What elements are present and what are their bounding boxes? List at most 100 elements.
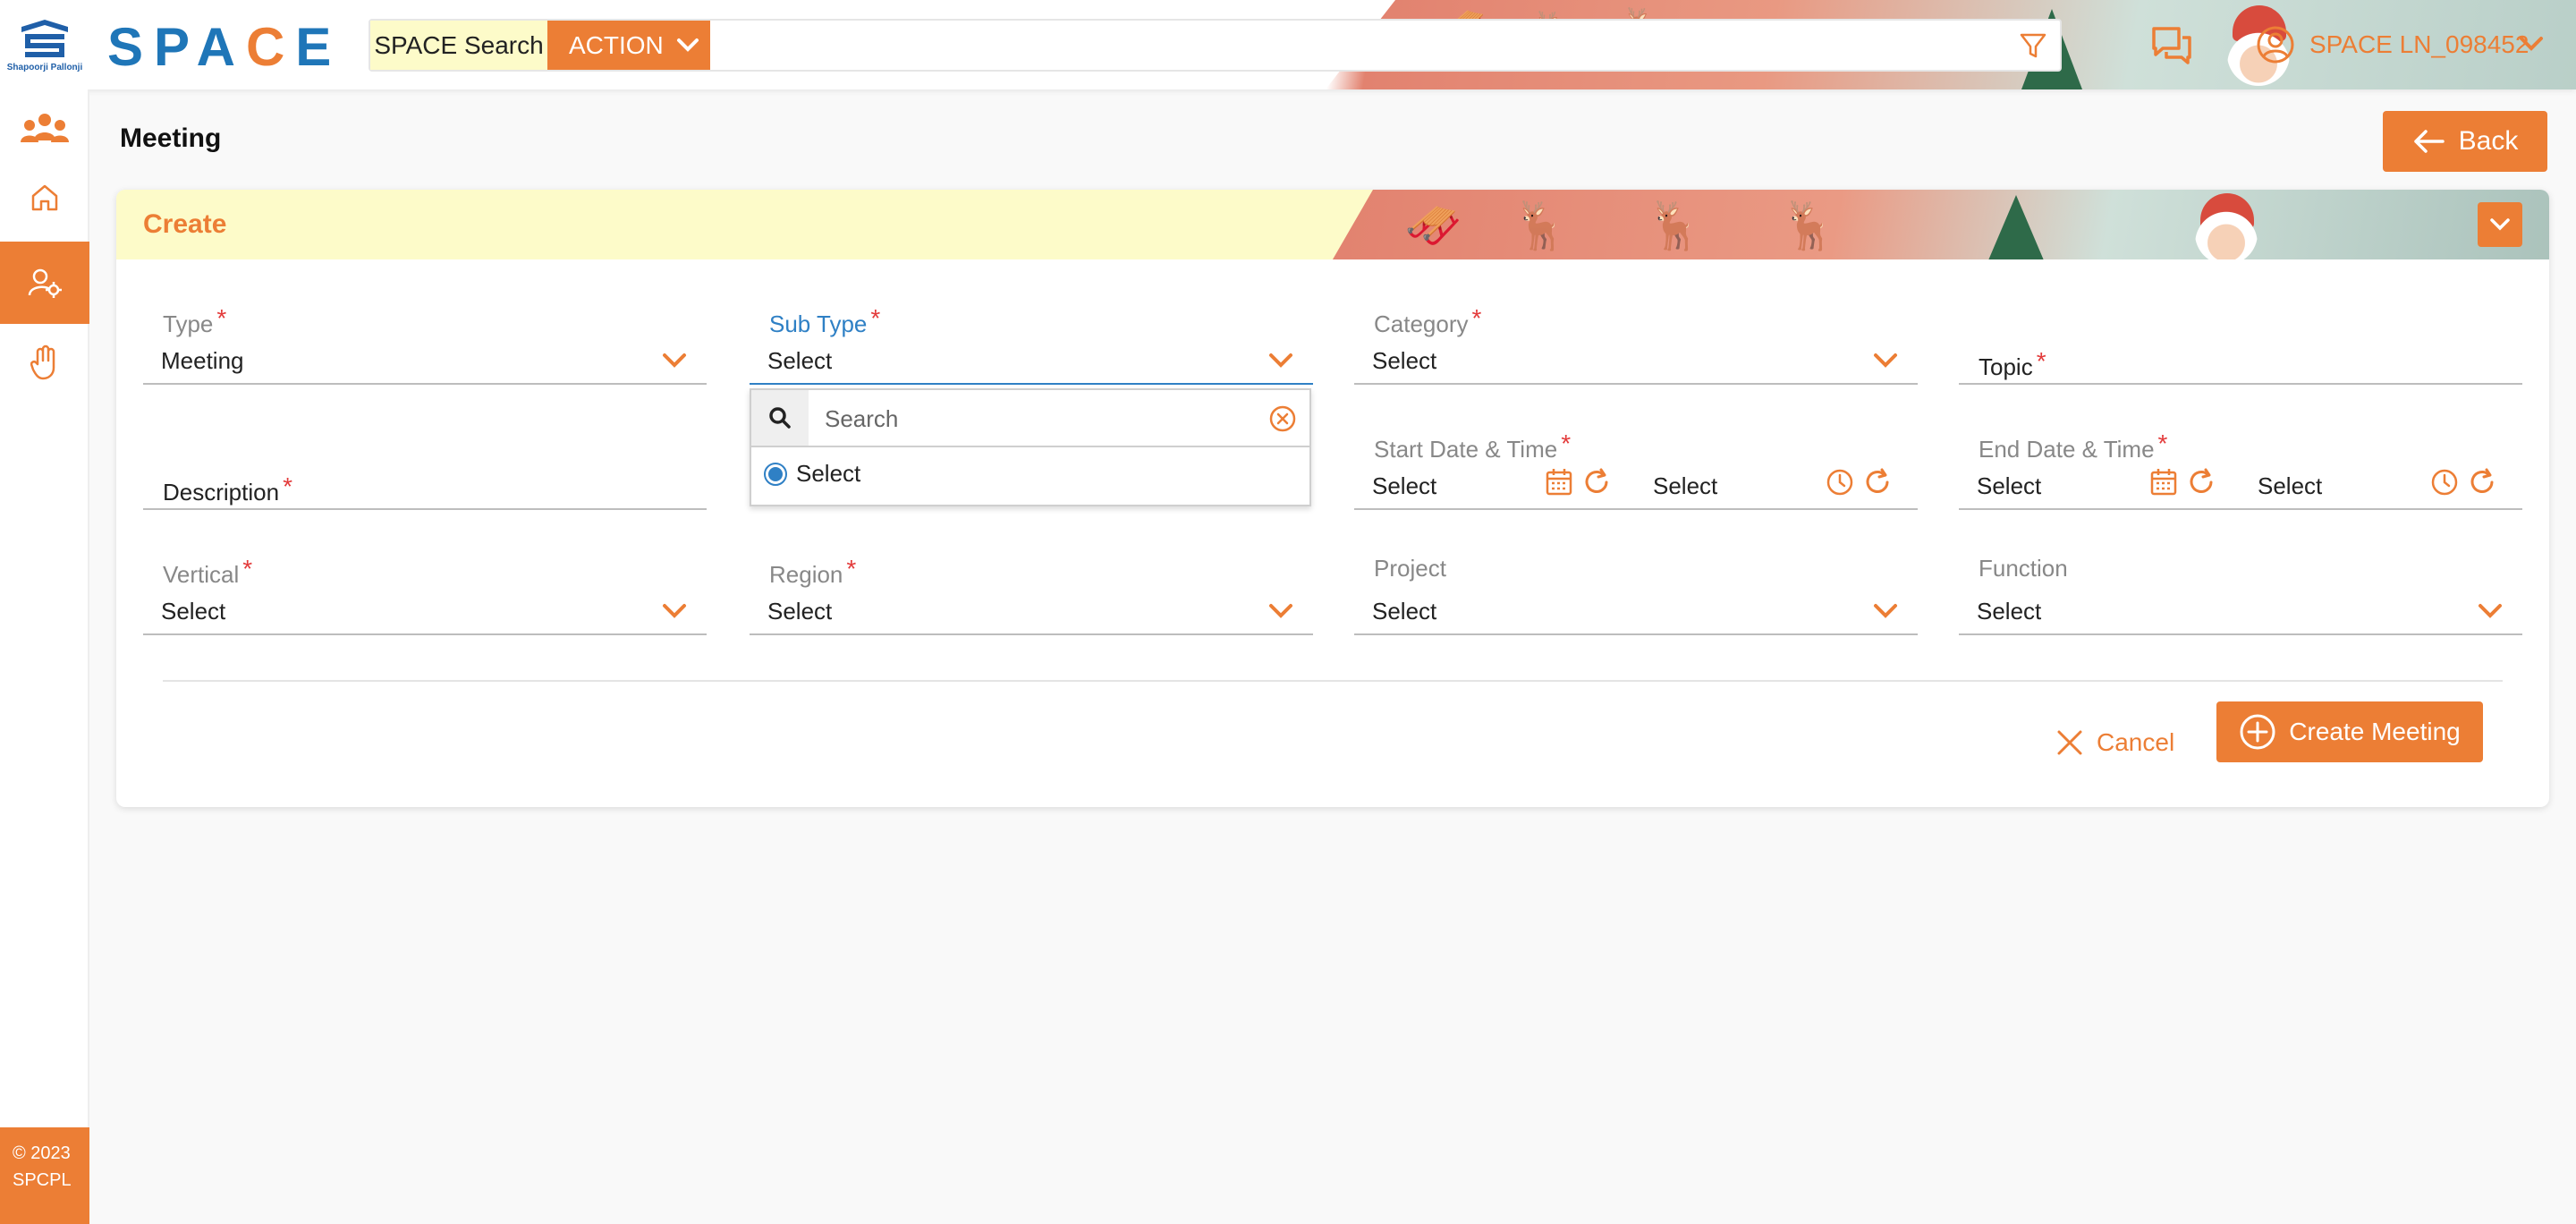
global-search-input[interactable] bbox=[714, 24, 1966, 66]
dropdown-option-label: Select bbox=[796, 460, 861, 487]
chevron-down-icon bbox=[676, 38, 699, 52]
region-value: Select bbox=[767, 598, 833, 625]
global-search-bar: SPACE Search ACTION bbox=[369, 19, 2062, 72]
project-value: Select bbox=[1372, 598, 1437, 625]
topic-label: Topic * bbox=[1979, 347, 2046, 380]
sleigh-icon: 🛷 bbox=[1404, 200, 1462, 252]
refresh-icon[interactable] bbox=[1862, 467, 1893, 497]
clock-icon[interactable] bbox=[1825, 467, 1855, 497]
chevron-down-icon[interactable] bbox=[2519, 34, 2544, 54]
copyright: © 2023 SPCPL bbox=[0, 1127, 89, 1224]
user-name[interactable]: SPACE LN_098452 bbox=[2309, 30, 2529, 59]
filter-icon[interactable] bbox=[2019, 31, 2047, 60]
function-value: Select bbox=[1977, 598, 2042, 625]
sub-type-label: Sub Type * bbox=[769, 304, 881, 337]
end-datetime-field: End Date & Time * Select Select bbox=[1959, 421, 2522, 510]
sub-type-select[interactable]: Sub Type * Select bbox=[750, 295, 1313, 385]
reindeer-icon: 🦌 bbox=[1512, 200, 1570, 252]
field-underline bbox=[143, 383, 707, 385]
create-meeting-label: Create Meeting bbox=[2289, 718, 2461, 745]
cancel-button[interactable]: Cancel bbox=[2055, 712, 2174, 773]
page-title: Meeting bbox=[120, 123, 222, 153]
shapoorji-logo: Shapoorji Pallonji bbox=[7, 20, 83, 72]
card-title: Create bbox=[143, 209, 227, 239]
reindeer-icon: 🦌 bbox=[1780, 200, 1838, 252]
search-scope-label[interactable]: SPACE Search bbox=[370, 21, 547, 70]
sidebar-item-home[interactable] bbox=[0, 157, 89, 238]
dropdown-option[interactable]: Select bbox=[764, 460, 860, 488]
type-label: Type * bbox=[163, 304, 227, 337]
chevron-down-icon bbox=[1874, 604, 1897, 618]
radio-selected-icon bbox=[764, 462, 787, 486]
calendar-icon[interactable] bbox=[2148, 467, 2179, 497]
function-label: Function bbox=[1979, 555, 2068, 582]
action-label: ACTION bbox=[569, 30, 664, 59]
back-button[interactable]: Back bbox=[2383, 111, 2547, 172]
chevron-down-icon bbox=[2479, 604, 2502, 618]
sidebar-item-hand[interactable] bbox=[0, 322, 89, 403]
create-meeting-button[interactable]: Create Meeting bbox=[2216, 701, 2483, 762]
chevron-down-icon bbox=[1269, 604, 1292, 618]
vertical-select[interactable]: Vertical * Select bbox=[143, 546, 707, 635]
reindeer-icon: 🦌 bbox=[1646, 200, 1704, 252]
vertical-value: Select bbox=[161, 598, 226, 625]
type-select[interactable]: Type * Meeting bbox=[143, 295, 707, 385]
tree-icon bbox=[1986, 195, 2046, 259]
sub-type-value: Select bbox=[767, 347, 833, 374]
chevron-down-icon bbox=[1874, 353, 1897, 368]
santa-icon bbox=[2195, 202, 2258, 259]
user-avatar-icon[interactable] bbox=[2256, 25, 2295, 64]
card-header: Create 🛷 🦌 🦌 🦌 bbox=[116, 190, 2549, 259]
clock-icon[interactable] bbox=[2429, 467, 2460, 497]
project-select[interactable]: Project Select bbox=[1354, 546, 1918, 635]
svg-text:Shapoorji Pallonji: Shapoorji Pallonji bbox=[7, 63, 83, 72]
sidebar: © 2023 SPCPL bbox=[0, 89, 89, 1224]
copyright-year: © 2023 bbox=[13, 1143, 71, 1163]
hand-icon bbox=[30, 344, 55, 380]
action-dropdown-button[interactable]: ACTION bbox=[547, 21, 710, 70]
field-underline bbox=[1959, 383, 2522, 385]
region-select[interactable]: Region * Select bbox=[750, 546, 1313, 635]
field-underline bbox=[1354, 383, 1918, 385]
function-select[interactable]: Function Select bbox=[1959, 546, 2522, 635]
end-time-input[interactable]: Select bbox=[2258, 472, 2322, 500]
category-label: Category * bbox=[1374, 304, 1482, 337]
field-underline bbox=[1354, 508, 1918, 510]
start-time-input[interactable]: Select bbox=[1653, 472, 1717, 500]
top-bar: 🛷 🦌 🦌 Shapoorji Pallonji SPACE SPACE Sea… bbox=[0, 0, 2576, 89]
collapse-button[interactable] bbox=[2478, 202, 2522, 247]
start-date-input[interactable]: Select bbox=[1372, 472, 1436, 500]
group-icon bbox=[21, 114, 69, 142]
start-datetime-label: Start Date & Time * bbox=[1374, 429, 1572, 463]
user-settings-icon bbox=[28, 268, 62, 298]
sub-type-dropdown-panel: Select bbox=[750, 388, 1311, 506]
project-label: Project bbox=[1374, 555, 1446, 582]
dropdown-search-input[interactable] bbox=[825, 401, 1236, 437]
chevron-down-icon bbox=[663, 604, 686, 618]
create-meeting-card: Create 🛷 🦌 🦌 🦌 Type * Meeting Sub Type * S… bbox=[116, 190, 2549, 807]
space-logo: SPACE bbox=[107, 17, 343, 77]
calendar-icon[interactable] bbox=[1544, 467, 1574, 497]
refresh-icon[interactable] bbox=[2467, 467, 2497, 497]
category-select[interactable]: Category * Select bbox=[1354, 295, 1918, 385]
chevron-down-icon bbox=[663, 353, 686, 368]
search-icon bbox=[769, 407, 791, 429]
field-underline bbox=[143, 508, 707, 510]
clear-circle-icon[interactable] bbox=[1268, 404, 1297, 433]
dropdown-search bbox=[751, 390, 1309, 447]
vertical-label: Vertical * bbox=[163, 555, 253, 588]
chevron-down-icon bbox=[1269, 353, 1292, 368]
refresh-icon[interactable] bbox=[2186, 467, 2216, 497]
field-underline bbox=[750, 383, 1313, 385]
chat-icon[interactable] bbox=[2150, 25, 2193, 64]
divider bbox=[163, 680, 2503, 682]
search-icon-box bbox=[751, 390, 809, 446]
topic-input[interactable]: Topic * bbox=[1959, 295, 2522, 385]
description-input[interactable]: Description * bbox=[143, 421, 707, 510]
sidebar-item-user-settings[interactable] bbox=[0, 242, 89, 324]
end-date-input[interactable]: Select bbox=[1977, 472, 2041, 500]
field-underline bbox=[1959, 508, 2522, 510]
refresh-icon[interactable] bbox=[1581, 467, 1612, 497]
region-label: Region * bbox=[769, 555, 857, 588]
start-datetime-field: Start Date & Time * Select Select bbox=[1354, 421, 1918, 510]
